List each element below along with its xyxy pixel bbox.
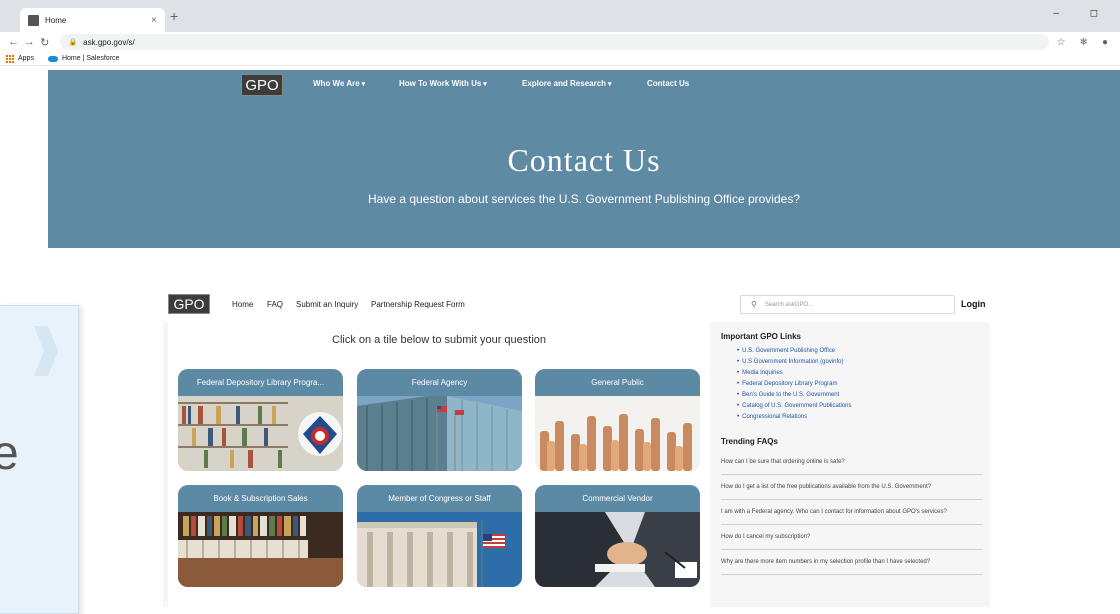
search-input[interactable]: ⚲ Search askGPO... (740, 295, 955, 314)
site-top-nav: GPO Who We Are ▾ How To Work With Us ▾ Exp… (48, 70, 1120, 100)
portal-link-home[interactable]: Home (232, 300, 253, 309)
trending-faqs-heading: Trending FAQs (721, 437, 778, 446)
portal-link-partnership-form[interactable]: Partnership Request Form (371, 300, 465, 309)
browser-tab-bar: Home × + – ◻ (0, 0, 1120, 32)
overlay-text: e (0, 426, 19, 481)
window-controls[interactable]: – ◻ (1053, 8, 1112, 19)
hero-banner: Contact Us Have a question about service… (48, 100, 1120, 248)
chevron-right-icon (34, 326, 58, 376)
forward-arrow-icon[interactable]: → (21, 36, 36, 48)
tile-label: Book & Subscription Sales (178, 485, 343, 512)
faq-item[interactable]: How do I cancel my subscription? (721, 525, 982, 550)
tiles-heading: Click on a tile below to submit your que… (332, 334, 546, 346)
tile-label: Commercial Vendor (535, 485, 700, 512)
chevron-down-icon: ▾ (361, 81, 366, 88)
link-media-inquiries[interactable]: Media Inquiries (737, 368, 852, 379)
library-shelves-image (178, 396, 343, 471)
favicon-icon (28, 14, 39, 26)
tile-member-of-congress[interactable]: Member of Congress or Staff (357, 485, 522, 587)
browser-tab[interactable]: Home × (20, 8, 165, 32)
portal-link-faq[interactable]: FAQ (267, 300, 283, 309)
bookmark-salesforce[interactable]: Home | Salesforce (47, 55, 120, 62)
apps-grid-icon (6, 54, 14, 63)
important-links-list: U.S. Government Publishing Office U.S Go… (737, 346, 852, 423)
back-arrow-icon[interactable]: ← (6, 36, 21, 48)
faq-item[interactable]: I am with a Federal agency. Who can I co… (721, 500, 982, 525)
tile-label: Federal Depository Library Progra... (178, 369, 343, 396)
link-bens-guide[interactable]: Ben's Guide to the U.S. Government (737, 390, 852, 401)
tile-federal-agency[interactable]: Federal Agency (357, 369, 522, 471)
extensions-icon[interactable]: ❄ (1080, 37, 1094, 48)
lock-icon: 🔒 (68, 39, 78, 46)
sidebar: Important GPO Links U.S. Government Publ… (721, 322, 985, 607)
bookmark-label: Home | Salesforce (61, 55, 120, 62)
bookmark-apps[interactable]: Apps (6, 54, 34, 63)
tile-commercial-vendor[interactable]: Commercial Vendor (535, 485, 700, 587)
profile-avatar[interactable]: ● (1102, 37, 1114, 48)
tile-label: General Public (535, 369, 700, 396)
link-congressional-relations[interactable]: Congressional Relations (737, 412, 852, 423)
login-link[interactable]: Login (961, 299, 986, 309)
tile-federal-depository-library[interactable]: Federal Depository Library Progra... (178, 369, 343, 471)
reload-icon[interactable]: ↻ (37, 36, 52, 49)
raised-hands-image (535, 396, 700, 471)
new-tab-button[interactable]: + (170, 8, 178, 24)
link-govinfo[interactable]: U.S Government Information (govinfo) (737, 357, 852, 368)
tab-title: Home (45, 15, 67, 25)
salesforce-cloud-icon (47, 55, 58, 62)
tiles-section: Click on a tile below to submit your que… (168, 322, 710, 607)
capitol-image (357, 512, 522, 587)
portal-link-submit-inquiry[interactable]: Submit an Inquiry (296, 300, 358, 309)
nav-who-we-are[interactable]: Who We Are ▾ (313, 79, 365, 88)
url-text: ask.gpo.gov/s/ (83, 37, 135, 47)
address-bar-row: ← → ↻ 🔒 ask.gpo.gov/s/ ☆ ❄ ● (0, 32, 1120, 52)
bookmarks-bar: Apps Home | Salesforce (0, 52, 1120, 66)
page-title: Contact Us (507, 142, 661, 178)
link-catalog[interactable]: Catalog of U.S. Government Publications (737, 401, 851, 412)
gpo-portal-logo[interactable]: GPO (168, 294, 210, 314)
nav-label: How To Work With Us (399, 79, 482, 88)
nav-label: Contact Us (647, 79, 690, 88)
handshake-image (535, 512, 700, 587)
chevron-down-icon: ▾ (483, 81, 487, 88)
nav-how-to-work-with-us[interactable]: How To Work With Us ▾ (399, 79, 487, 88)
content-panel: Click on a tile below to submit your que… (163, 322, 990, 607)
bookmark-label: Apps (18, 55, 34, 62)
tile-label: Member of Congress or Staff (357, 485, 522, 512)
tile-general-public[interactable]: General Public (535, 369, 700, 471)
link-gpo[interactable]: U.S. Government Publishing Office (737, 346, 852, 357)
faq-item[interactable]: Why are there more item numbers in my se… (721, 550, 982, 575)
federal-building-image (357, 396, 522, 471)
search-icon: ⚲ (751, 300, 757, 309)
nav-explore-and-research[interactable]: Explore and Research ▾ (522, 79, 612, 88)
nav-label: Who We Are (313, 79, 360, 88)
faq-item[interactable]: How can I be sure that ordering online i… (721, 450, 982, 475)
chevron-down-icon: ▾ (608, 81, 612, 88)
important-links-heading: Important GPO Links (721, 332, 802, 341)
link-fdlp[interactable]: Federal Depository Library Program (737, 379, 852, 390)
bookstore-image (178, 512, 343, 587)
tab-close-icon[interactable]: × (151, 15, 157, 26)
star-icon[interactable]: ☆ (1057, 37, 1072, 48)
nav-label: Explore and Research (522, 79, 607, 88)
nav-contact-us[interactable]: Contact Us (647, 79, 689, 88)
faq-item[interactable]: How do I get a list of the free publicat… (721, 475, 982, 500)
search-placeholder: Search askGPO... (764, 301, 814, 308)
side-overlay-panel: e (0, 305, 79, 614)
portal-nav: GPO Home FAQ Submit an Inquiry Partnersh… (168, 294, 988, 316)
url-field[interactable]: 🔒 ask.gpo.gov/s/ (60, 34, 1049, 50)
page-subtitle: Have a question about services the U.S. … (367, 192, 800, 206)
tile-label: Federal Agency (357, 369, 522, 396)
gpo-logo[interactable]: GPO (241, 74, 283, 96)
tile-book-subscription-sales[interactable]: Book & Subscription Sales (178, 485, 343, 587)
